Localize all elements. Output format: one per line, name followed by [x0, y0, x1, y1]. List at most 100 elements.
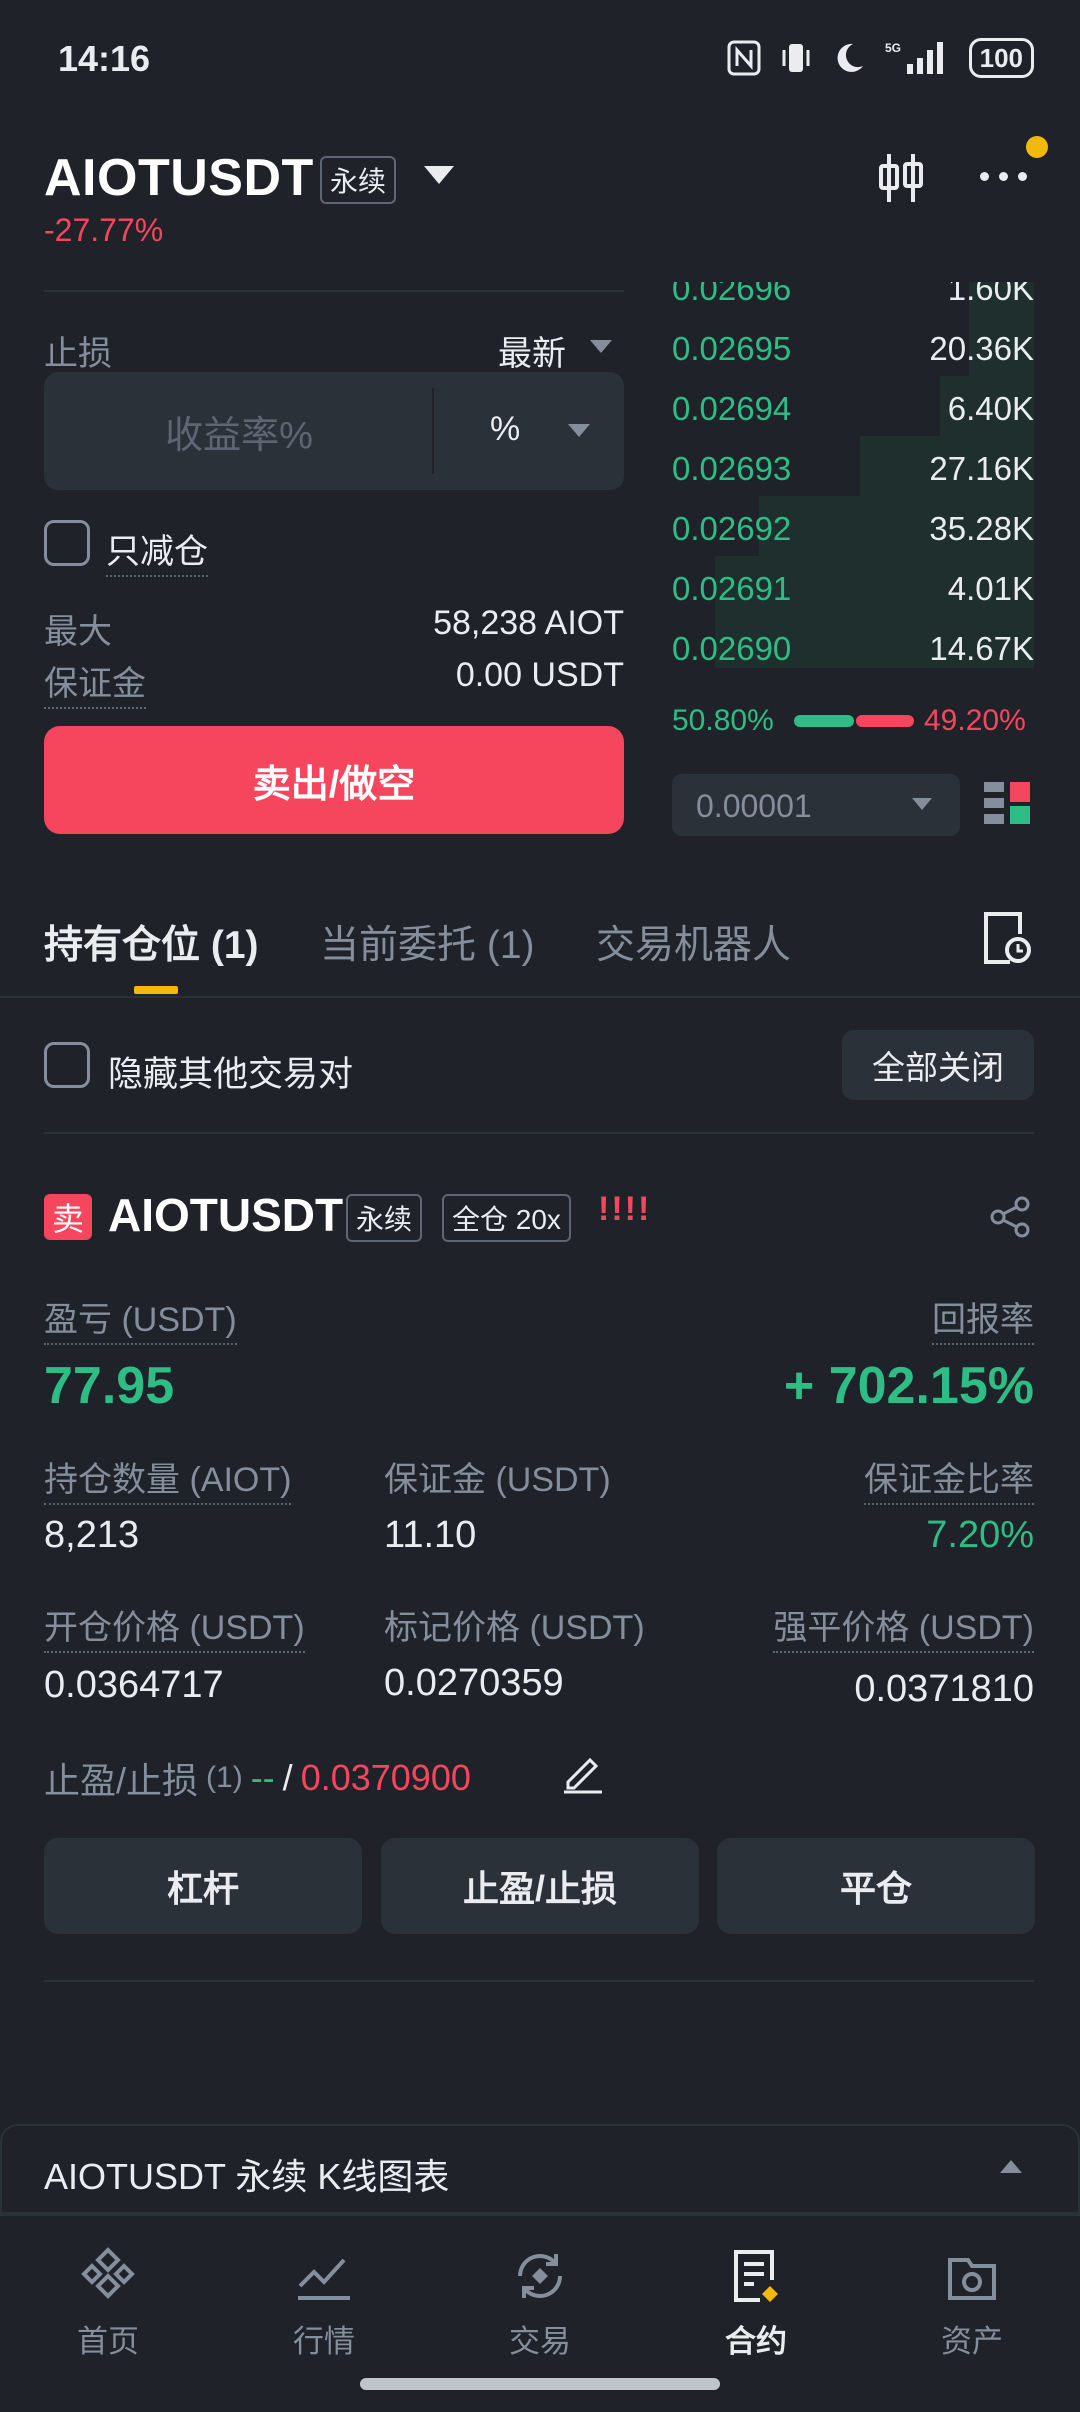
tp-sl-label: 止盈/止损	[44, 1760, 199, 1801]
nav-trade[interactable]: 交易	[460, 2246, 620, 2361]
divider	[44, 1980, 1034, 1982]
side-badge: 卖	[44, 1194, 92, 1240]
contract-type-tag: 永续	[346, 1194, 423, 1242]
margin-value: 0.00 USDT	[455, 656, 624, 694]
divider	[0, 996, 1080, 998]
close-position-button[interactable]: 平仓	[717, 1838, 1035, 1934]
margin-ratio-label[interactable]: 保证金比率	[864, 1452, 1034, 1505]
tab-positions[interactable]: 持有仓位 (1)	[44, 914, 259, 970]
roe-label[interactable]: 回报率	[932, 1292, 1034, 1345]
roi-input[interactable]: 收益率%	[44, 372, 434, 490]
divider	[44, 290, 624, 292]
pnl-label[interactable]: 盈亏 (USDT)	[44, 1292, 237, 1345]
nav-futures[interactable]: 合约	[676, 2246, 836, 2361]
kline-chart-label[interactable]: AIOTUSDT 永续 K线图表	[44, 2148, 449, 2200]
roi-unit-select[interactable]: %	[490, 410, 520, 449]
position-symbol[interactable]: AIOTUSDT	[108, 1188, 343, 1242]
candlestick-chart-icon[interactable]	[876, 150, 926, 206]
tab-open-orders[interactable]: 当前委托 (1)	[320, 914, 535, 970]
tp-sl-separator: /	[282, 1757, 293, 1798]
chevron-down-icon[interactable]	[912, 798, 932, 810]
order-book-qty: 35.28K	[929, 510, 1034, 547]
order-book-qty: 4.01K	[947, 570, 1034, 607]
divider	[44, 1132, 1034, 1134]
buy-ratio: 50.80%	[672, 704, 774, 737]
price-change: -27.77%	[44, 212, 164, 248]
leverage-button[interactable]: 杠杆	[44, 1838, 362, 1934]
order-book-qty: 6.40K	[947, 390, 1034, 427]
order-book-layout-icon[interactable]	[984, 780, 1030, 826]
order-book-qty: 1.60K	[947, 282, 1034, 307]
notification-dot	[1026, 136, 1048, 158]
hide-other-pairs-checkbox[interactable]	[44, 1042, 90, 1088]
status-icons: 5G 100	[727, 38, 1034, 78]
order-book-row[interactable]: 0.02691 4.01K	[672, 556, 1034, 616]
pair-title[interactable]: AIOTUSDT	[44, 148, 314, 208]
order-book-qty: 27.16K	[929, 450, 1034, 487]
order-book-price: 0.02691	[672, 570, 792, 607]
reduce-only-label[interactable]: 只减仓	[106, 524, 208, 577]
tp-sl-count: (1)	[206, 1761, 243, 1794]
mark-price-label: 标记价格 (USDT)	[384, 1609, 645, 1647]
status-time: 14:16	[58, 38, 151, 79]
nfc-icon	[727, 40, 761, 76]
order-book-qty: 20.36K	[929, 330, 1034, 367]
price-type-select[interactable]: 最新	[498, 326, 566, 375]
vibrate-icon	[782, 44, 810, 72]
sell-ratio: 49.20%	[924, 704, 1026, 737]
entry-price-value: 0.0364717	[44, 1664, 224, 1706]
liquidation-price-label[interactable]: 强平价格 (USDT)	[773, 1600, 1034, 1653]
margin-label[interactable]: 保证金	[44, 656, 146, 709]
trade-icon	[518, 2254, 562, 2298]
order-history-icon[interactable]	[980, 910, 1032, 966]
order-book: 0.02696 1.60K 0.02695 20.36K 0.02694 6.40K 0.0…	[672, 282, 1034, 668]
position-size-label[interactable]: 持仓数量 (AIOT)	[44, 1452, 292, 1505]
hide-other-pairs-label[interactable]: 隐藏其他交易对	[108, 1046, 353, 1097]
order-book-row[interactable]: 0.02695 20.36K	[672, 316, 1034, 376]
position-margin-value: 11.10	[384, 1514, 477, 1556]
nav-assets[interactable]: 资产	[892, 2246, 1052, 2361]
nav-markets[interactable]: 行情	[244, 2246, 404, 2361]
tab-trading-bots[interactable]: 交易机器人	[596, 914, 791, 970]
nav-home[interactable]: 首页	[28, 2246, 188, 2361]
buy-ratio-bar	[794, 715, 854, 727]
chevron-up-icon[interactable]	[1000, 2160, 1022, 2173]
chevron-down-icon[interactable]	[424, 166, 454, 184]
roe-value: + 702.15%	[783, 1357, 1034, 1415]
chevron-down-icon[interactable]	[568, 424, 590, 437]
edit-icon[interactable]	[562, 1752, 604, 1794]
tp-sl-row: 止盈/止损 (1) -- / 0.0370900	[44, 1752, 471, 1804]
take-profit-value: --	[250, 1757, 275, 1798]
order-book-row[interactable]: 0.02693 27.16K	[672, 436, 1034, 496]
sell-short-button[interactable]: 卖出/做空	[44, 726, 624, 834]
stop-loss-value: 0.0370900	[300, 1757, 471, 1798]
tp-sl-button[interactable]: 止盈/止损	[381, 1838, 699, 1934]
chevron-down-icon[interactable]	[590, 340, 612, 353]
svg-text:5G: 5G	[885, 41, 901, 55]
entry-price-label[interactable]: 开仓价格 (USDT)	[44, 1600, 305, 1653]
moon-icon	[837, 43, 863, 72]
margin-mode-tag[interactable]: 全仓 20x	[442, 1194, 571, 1242]
precision-value[interactable]: 0.00001	[696, 788, 812, 825]
pnl-value: 77.95	[44, 1357, 175, 1415]
liquidation-price-value: 0.0371810	[854, 1668, 1034, 1710]
signal-5g-icon: 5G	[885, 41, 943, 74]
order-book-row[interactable]: 0.02692 35.28K	[672, 496, 1034, 556]
order-book-row[interactable]: 0.02690 14.67K	[672, 616, 1034, 668]
contract-type-tag: 永续	[320, 156, 397, 204]
mark-price-value: 0.0270359	[384, 1662, 564, 1704]
margin-ratio-value: 7.20%	[926, 1514, 1034, 1556]
reduce-only-checkbox[interactable]	[44, 520, 90, 566]
order-book-row[interactable]: 0.02696 1.60K	[672, 282, 1034, 316]
sell-ratio-bar	[856, 715, 914, 727]
share-icon[interactable]	[990, 1196, 1032, 1238]
order-book-price: 0.02696	[672, 282, 792, 307]
markets-icon	[298, 2258, 350, 2300]
order-book-row[interactable]: 0.02694 6.40K	[672, 376, 1034, 436]
close-all-button[interactable]: 全部关闭	[842, 1030, 1034, 1100]
position-size-value: 8,213	[44, 1514, 140, 1556]
futures-icon	[734, 2250, 778, 2302]
more-options-icon[interactable]	[980, 172, 1027, 181]
max-value: 58,238 AIOT	[433, 604, 624, 642]
stop-loss-label: 止损	[44, 335, 112, 373]
